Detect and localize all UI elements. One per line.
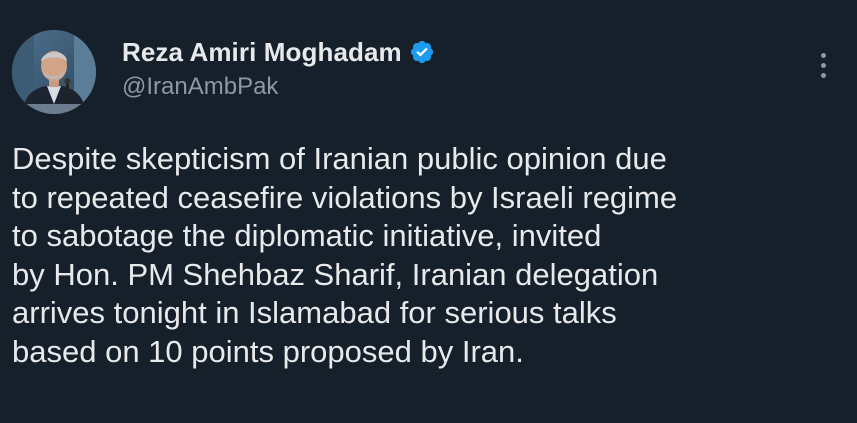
verified-badge-icon xyxy=(409,39,435,65)
author-avatar[interactable] xyxy=(12,30,96,114)
author-handle[interactable]: @IranAmbPak xyxy=(122,73,722,101)
more-dot xyxy=(820,62,826,68)
author-identity: Reza Amiri Moghadam @IranAmbPak xyxy=(122,34,722,101)
avatar-photo xyxy=(12,30,96,114)
tweet-text: Despite skepticism of Iranian public opi… xyxy=(12,140,847,371)
tweet-header: Reza Amiri Moghadam @IranAmbPak xyxy=(0,0,857,130)
more-dot xyxy=(820,72,826,78)
author-display-name[interactable]: Reza Amiri Moghadam xyxy=(122,37,402,68)
tweet-text-line: to sabotage the diplomatic initiative, i… xyxy=(12,218,602,253)
tweet-text-line: based on 10 points proposed by Iran. xyxy=(12,333,524,369)
author-name-row: Reza Amiri Moghadam xyxy=(122,34,722,70)
tweet-text-line: by Hon. PM Shehbaz Sharif, Iranian deleg… xyxy=(12,256,659,292)
tweet-text-line: Despite skepticism of Iranian public opi… xyxy=(12,141,667,176)
more-options-icon[interactable] xyxy=(808,46,838,84)
more-dot xyxy=(820,52,826,58)
tweet-text-line: arrives tonight in Islamabad for serious… xyxy=(12,295,617,330)
tweet-text-line: to repeated ceasefire violations by Isra… xyxy=(12,179,678,215)
tweet-card: Reza Amiri Moghadam @IranAmbPak Despite … xyxy=(0,0,857,423)
